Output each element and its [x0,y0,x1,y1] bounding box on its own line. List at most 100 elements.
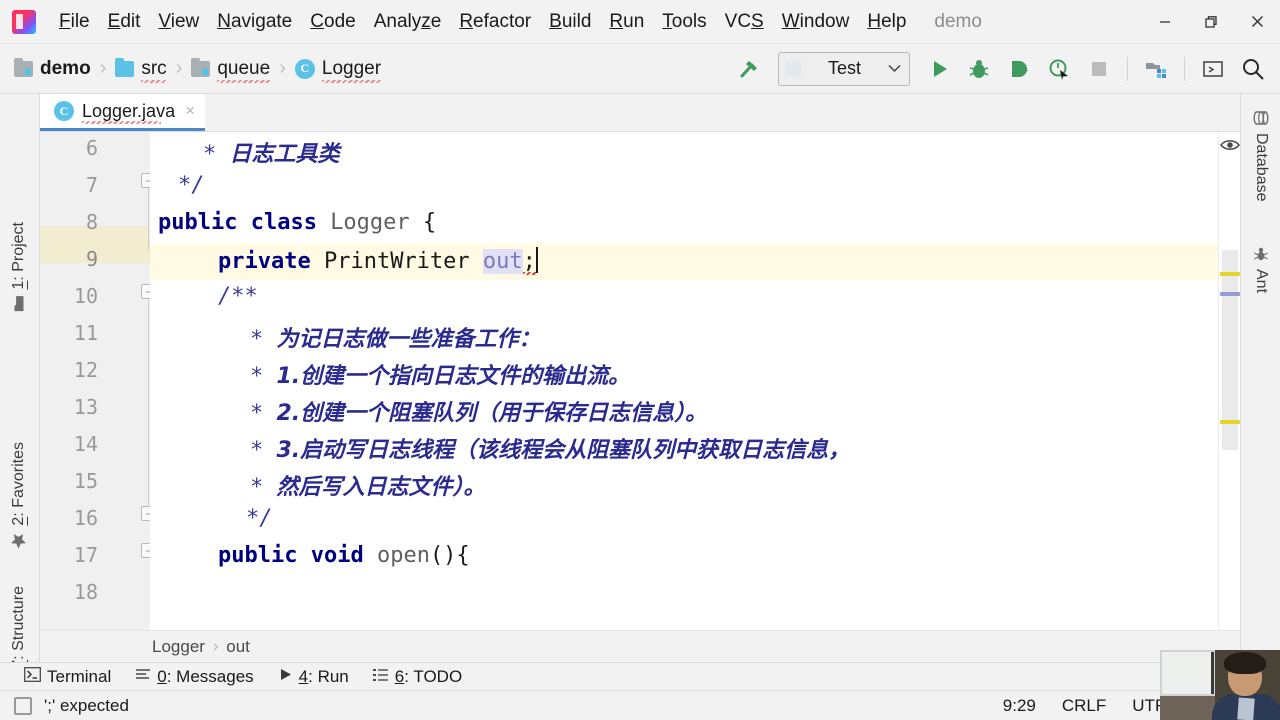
tool-window-label: 4: Run [298,666,349,686]
editor-area: C Logger.java × 6 7 8 9 10 11 12 13 14 1… [40,94,1240,662]
tool-window-messages[interactable]: 0: Messages [135,666,254,687]
code-token: */ [246,506,273,531]
folder-package-icon [191,57,211,77]
line-number-gutter[interactable]: 6 7 8 9 10 11 12 13 14 15 16 17 18 − − −… [40,132,156,630]
editor-tab-logger-java[interactable]: C Logger.java × [40,94,206,131]
star-icon [10,533,28,550]
code-token: open [376,543,430,568]
run-config-icon [785,60,801,77]
breadcrumb-class[interactable]: Logger [152,637,205,657]
menu-view[interactable]: View [149,9,208,35]
menu-help[interactable]: Help [858,9,915,35]
sidebar-item-ant[interactable]: Ant [1252,246,1270,293]
tool-window-todo[interactable]: 6: TODO [372,666,463,687]
breadcrumb-field[interactable]: out [226,637,250,657]
menu-bar: File Edit View Navigate Code Analyze Ref… [0,0,1280,44]
caret-position[interactable]: 9:29 [1003,696,1036,716]
line-number: 12 [73,358,98,382]
marker-warning[interactable] [1220,272,1240,276]
code-token: 为记日志做一些准备工作： [276,327,541,352]
code-line-16: */ [150,502,1218,539]
tool-window-label: 0: Messages [157,666,254,686]
menu-code[interactable]: Code [301,9,364,35]
code-token: * [250,438,277,463]
tool-window-terminal[interactable]: Terminal [24,667,111,687]
code-editor[interactable]: 6 7 8 9 10 11 12 13 14 15 16 17 18 − − −… [40,132,1240,630]
marker-usage[interactable] [1220,292,1240,296]
search-icon[interactable] [1234,50,1272,88]
sidebar-item-database[interactable]: Database [1252,110,1270,202]
breadcrumb-separator: › [99,57,107,79]
breadcrumb-separator: › [279,57,286,79]
breadcrumb-label: src [141,57,168,83]
todo-icon [372,667,389,687]
menu-analyze[interactable]: Analyze [365,9,451,35]
sidebar-item-label: Database [1253,133,1270,202]
code-token: 1.创建一个指向日志文件的输出流。 [276,364,631,389]
close-button[interactable] [1234,0,1280,44]
toolbar-actions: Test [730,50,1280,88]
close-icon[interactable]: × [185,101,195,121]
code-line-10: /** [150,280,1218,317]
editor-marker-bar[interactable] [1218,132,1240,630]
minimize-button[interactable] [1142,0,1188,44]
run-button[interactable] [920,50,958,88]
menu-tools[interactable]: Tools [653,9,715,35]
menu-build[interactable]: Build [540,9,600,35]
project-structure-icon[interactable] [1137,50,1175,88]
console-icon[interactable] [1194,50,1232,88]
line-number: 17 [73,543,98,567]
menu-vcs[interactable]: VCS [716,9,773,35]
line-number: 14 [73,432,98,456]
breadcrumb-item-src[interactable]: src [115,57,168,83]
code-token: * [203,142,230,167]
menu-run[interactable]: Run [600,9,653,35]
line-number: 9 [85,247,98,271]
breadcrumb-item-demo[interactable]: demo [14,57,91,80]
menu-window[interactable]: Window [773,9,859,35]
breadcrumb: demo › src › queue › C Logger [0,57,382,83]
code-token: ; [522,249,536,274]
menu-file[interactable]: File [50,9,99,35]
build-hammer-icon[interactable] [730,50,768,88]
navigation-toolbar: demo › src › queue › C Logger Test [0,44,1280,94]
menu-navigate[interactable]: Navigate [208,9,301,35]
code-token: PrintWriter [323,249,483,274]
line-number: 13 [73,395,98,419]
line-number: 15 [73,469,98,493]
tool-window-label: 6: TODO [394,666,463,686]
webcam-overlay [1160,650,1280,720]
run-configuration-selector[interactable]: Test [778,51,910,86]
menu-refactor[interactable]: Refactor [450,9,540,35]
inspection-icon[interactable] [14,696,32,715]
marker-warning[interactable] [1220,420,1240,424]
line-number: 6 [85,136,98,160]
breadcrumb-item-logger[interactable]: C Logger [294,58,382,83]
sidebar-item-project[interactable]: 1: Project [10,222,28,312]
sidebar-item-favorites[interactable]: 2: Favorites [10,442,28,550]
stop-icon[interactable] [1080,50,1118,88]
code-token: */ [178,173,205,198]
line-number: 11 [73,321,98,345]
window-controls [1142,0,1280,44]
profiler-icon[interactable] [1040,50,1078,88]
code-line-8: public class Logger { [150,206,1218,243]
tool-window-run[interactable]: 4: Run [278,667,349,687]
chevron-down-icon [888,60,901,78]
breadcrumb-item-queue[interactable]: queue [191,57,270,83]
right-tool-window-stripe: Database Ant [1240,94,1280,662]
debug-bug-icon[interactable] [960,50,998,88]
restore-button[interactable] [1188,0,1234,44]
sidebar-item-label: 1: Project [10,222,27,290]
run-with-coverage-icon[interactable] [1000,50,1038,88]
code-line-6: * 日志工具类 [150,132,1218,169]
menu-edit[interactable]: Edit [99,9,150,35]
line-separator[interactable]: CRLF [1062,696,1106,716]
breadcrumb-label: demo [40,57,91,79]
code-text[interactable]: * 日志工具类 */ public class Logger { private… [150,132,1218,630]
database-icon [1252,110,1270,126]
code-token: * [250,475,277,500]
breadcrumb-separator: › [212,637,219,655]
messages-icon [135,667,151,687]
eye-icon[interactable] [1220,138,1240,157]
